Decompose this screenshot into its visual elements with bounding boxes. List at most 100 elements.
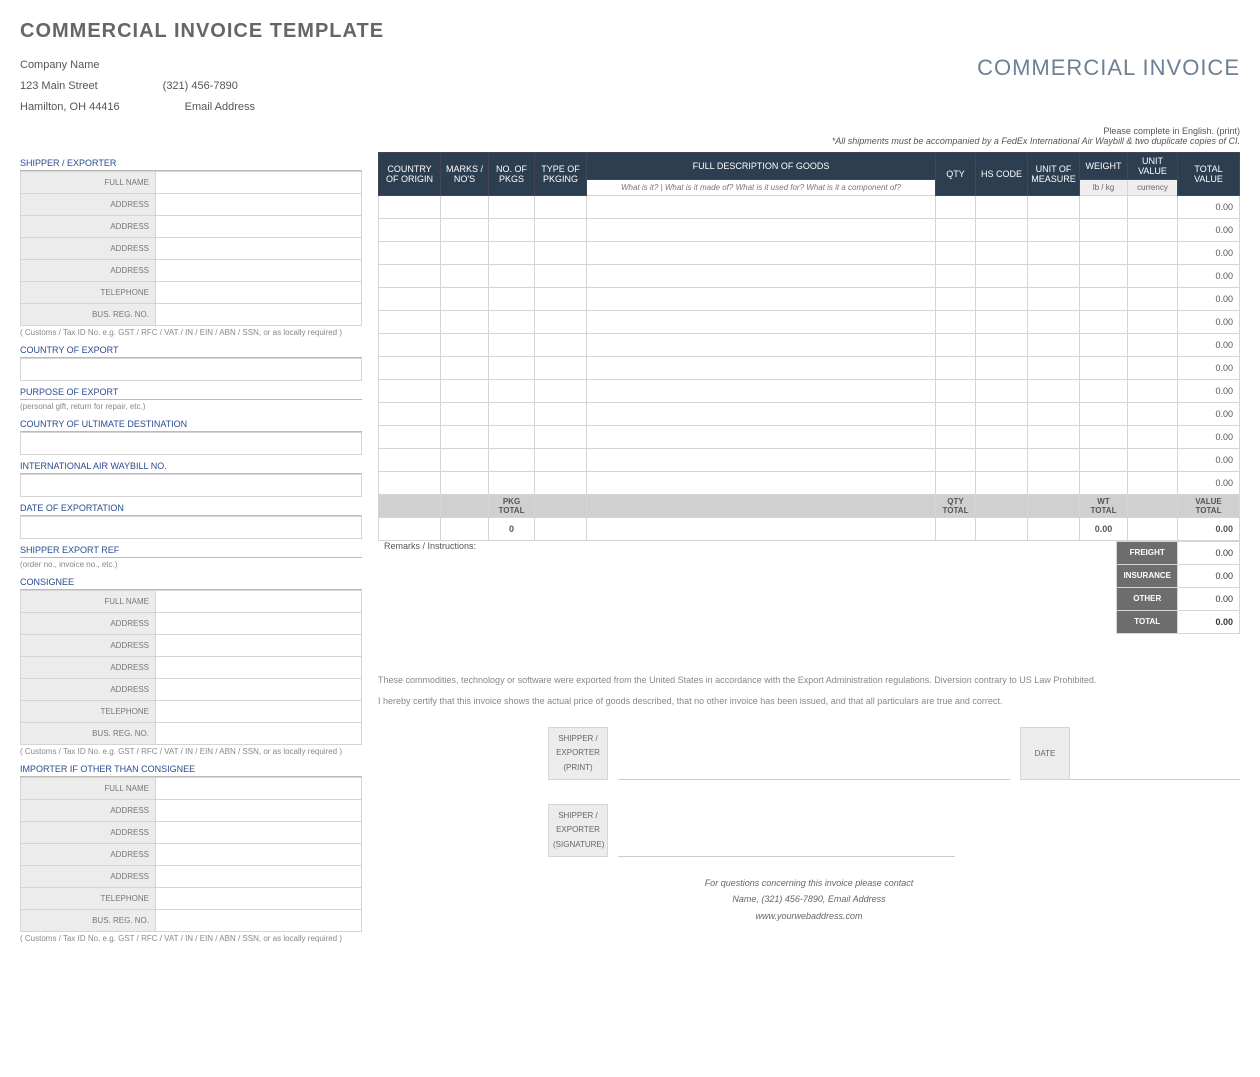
input-cell[interactable]	[156, 777, 362, 799]
item-cell[interactable]	[379, 333, 441, 356]
item-cell[interactable]	[379, 310, 441, 333]
item-cell[interactable]	[587, 448, 936, 471]
item-cell[interactable]	[379, 471, 441, 494]
item-cell[interactable]	[489, 287, 535, 310]
item-cell[interactable]	[489, 241, 535, 264]
item-cell[interactable]	[936, 379, 976, 402]
item-cell[interactable]	[1128, 287, 1178, 310]
item-cell[interactable]	[489, 310, 535, 333]
item-cell[interactable]	[535, 448, 587, 471]
item-cell[interactable]	[936, 241, 976, 264]
item-cell[interactable]	[976, 471, 1028, 494]
input-cell[interactable]	[21, 474, 362, 496]
item-cell[interactable]	[535, 425, 587, 448]
item-cell[interactable]	[1080, 402, 1128, 425]
item-cell[interactable]	[976, 241, 1028, 264]
item-cell[interactable]	[441, 356, 489, 379]
item-cell[interactable]	[1128, 195, 1178, 218]
item-cell[interactable]	[1080, 471, 1128, 494]
item-cell[interactable]	[489, 448, 535, 471]
item-cell[interactable]	[587, 471, 936, 494]
item-cell[interactable]	[1028, 402, 1080, 425]
item-cell[interactable]	[976, 425, 1028, 448]
input-cell[interactable]	[156, 215, 362, 237]
input-cell[interactable]	[156, 281, 362, 303]
item-cell[interactable]	[535, 218, 587, 241]
item-cell[interactable]	[976, 379, 1028, 402]
item-cell[interactable]	[441, 218, 489, 241]
item-cell[interactable]	[936, 425, 976, 448]
input-cell[interactable]	[156, 193, 362, 215]
item-cell[interactable]	[441, 287, 489, 310]
item-cell[interactable]	[976, 333, 1028, 356]
item-cell[interactable]	[1128, 471, 1178, 494]
item-cell[interactable]	[535, 333, 587, 356]
item-cell[interactable]	[535, 379, 587, 402]
item-cell[interactable]	[379, 195, 441, 218]
item-cell[interactable]	[976, 356, 1028, 379]
item-cell[interactable]	[535, 356, 587, 379]
item-cell[interactable]	[587, 356, 936, 379]
item-cell[interactable]	[1028, 333, 1080, 356]
item-cell[interactable]	[1080, 195, 1128, 218]
item-cell[interactable]	[1080, 264, 1128, 287]
item-cell[interactable]	[441, 448, 489, 471]
item-cell[interactable]	[489, 425, 535, 448]
item-cell[interactable]	[489, 471, 535, 494]
item-cell[interactable]	[1028, 310, 1080, 333]
input-cell[interactable]	[156, 887, 362, 909]
input-cell[interactable]	[156, 259, 362, 281]
input-cell[interactable]	[156, 722, 362, 744]
item-cell[interactable]	[1080, 379, 1128, 402]
item-cell[interactable]	[489, 333, 535, 356]
item-cell[interactable]	[441, 379, 489, 402]
item-cell[interactable]	[587, 195, 936, 218]
item-cell[interactable]	[587, 425, 936, 448]
item-cell[interactable]	[535, 241, 587, 264]
item-cell[interactable]	[441, 310, 489, 333]
input-cell[interactable]	[156, 237, 362, 259]
item-cell[interactable]	[976, 402, 1028, 425]
item-cell[interactable]	[379, 448, 441, 471]
item-cell[interactable]	[1028, 448, 1080, 471]
item-cell[interactable]	[489, 218, 535, 241]
item-cell[interactable]	[1128, 448, 1178, 471]
item-cell[interactable]	[936, 333, 976, 356]
input-cell[interactable]	[156, 865, 362, 887]
item-cell[interactable]	[1080, 425, 1128, 448]
item-cell[interactable]	[1080, 356, 1128, 379]
input-cell[interactable]	[156, 590, 362, 612]
item-cell[interactable]	[936, 264, 976, 287]
item-cell[interactable]	[1028, 218, 1080, 241]
item-cell[interactable]	[1028, 195, 1080, 218]
item-cell[interactable]	[976, 195, 1028, 218]
item-cell[interactable]	[936, 402, 976, 425]
input-cell[interactable]	[156, 612, 362, 634]
item-cell[interactable]	[1128, 356, 1178, 379]
item-cell[interactable]	[1128, 264, 1178, 287]
item-cell[interactable]	[976, 264, 1028, 287]
item-cell[interactable]	[936, 471, 976, 494]
item-cell[interactable]	[587, 379, 936, 402]
item-cell[interactable]	[1028, 241, 1080, 264]
input-cell[interactable]	[156, 700, 362, 722]
item-cell[interactable]	[379, 264, 441, 287]
input-cell[interactable]	[156, 303, 362, 325]
item-cell[interactable]	[535, 471, 587, 494]
item-cell[interactable]	[379, 356, 441, 379]
item-cell[interactable]	[1080, 241, 1128, 264]
item-cell[interactable]	[1080, 333, 1128, 356]
input-cell[interactable]	[156, 634, 362, 656]
item-cell[interactable]	[535, 195, 587, 218]
item-cell[interactable]	[936, 287, 976, 310]
item-cell[interactable]	[379, 402, 441, 425]
item-cell[interactable]	[535, 264, 587, 287]
item-cell[interactable]	[1028, 264, 1080, 287]
item-cell[interactable]	[489, 264, 535, 287]
item-cell[interactable]	[441, 471, 489, 494]
item-cell[interactable]	[1128, 333, 1178, 356]
item-cell[interactable]	[535, 402, 587, 425]
input-cell[interactable]	[21, 516, 362, 538]
input-cell[interactable]	[156, 171, 362, 193]
item-cell[interactable]	[489, 379, 535, 402]
